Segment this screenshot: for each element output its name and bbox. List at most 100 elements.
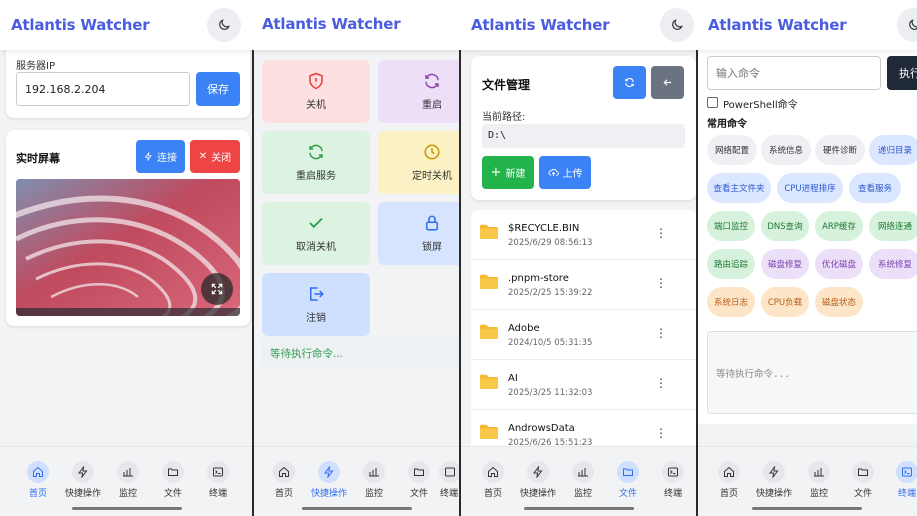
nav-terminal[interactable]: 终端 — [198, 461, 238, 499]
connect-button[interactable]: 连接 — [136, 140, 185, 173]
command-chip[interactable]: 网络连通 — [869, 211, 917, 241]
file-row[interactable]: .pnpm-store 2025/2/25 15:39:22 ⋮ — [471, 260, 697, 310]
nav-home[interactable]: 首页 — [709, 461, 749, 499]
command-chip[interactable]: 系统修复 — [869, 249, 917, 279]
folder-icon — [480, 374, 498, 389]
folder-icon — [623, 468, 633, 476]
nav-monitor[interactable]: 监控 — [563, 461, 603, 499]
home-indicator — [301, 507, 412, 510]
tile-label: 注销 — [306, 313, 326, 324]
file-row[interactable]: $RECYCLE.BIN 2025/6/29 08:56:13 ⋮ — [471, 210, 697, 260]
server-ip-label: 服务器IP — [16, 61, 55, 72]
nav-monitor[interactable]: 监控 — [799, 461, 839, 499]
quick-status-text: 等待执行命令... — [270, 348, 344, 360]
fullscreen-button[interactable] — [201, 273, 233, 305]
nav-terminal[interactable]: 终端 — [439, 461, 459, 499]
nav-label: 文件 — [163, 489, 182, 499]
refresh-icon — [425, 73, 439, 89]
command-chip[interactable]: 优化磁盘 — [815, 249, 863, 279]
theme-toggle-button[interactable] — [897, 8, 917, 42]
command-chip[interactable]: 磁盘状态 — [815, 287, 863, 317]
home-icon — [488, 466, 498, 477]
save-button[interactable]: 保存 — [196, 72, 240, 106]
nav-home[interactable]: 首页 — [473, 461, 513, 499]
restart-service-tile[interactable]: 重启服务 — [262, 131, 370, 194]
screen-divider — [252, 0, 254, 516]
command-chip[interactable]: 路由追踪 — [707, 249, 755, 279]
command-chip[interactable]: 系统信息 — [761, 135, 811, 165]
cancel-shutdown-tile[interactable]: 取消关机 — [262, 202, 370, 265]
command-chip[interactable]: 端口监控 — [707, 211, 755, 241]
nav-label: 监控 — [118, 489, 137, 499]
command-input[interactable] — [707, 56, 881, 90]
powershell-checkbox[interactable] — [707, 97, 718, 108]
nav-quick[interactable]: 快捷操作 — [518, 461, 558, 499]
command-chip[interactable]: 递归目录 — [869, 135, 917, 165]
more-icon[interactable]: ⋮ — [655, 427, 667, 439]
server-ip-input[interactable]: 192.168.2.204 — [16, 72, 190, 106]
tile-label: 关机 — [306, 100, 326, 111]
nav-monitor[interactable]: 监控 — [354, 461, 394, 499]
more-icon[interactable]: ⋮ — [655, 377, 667, 389]
command-chip[interactable]: 查看服务 — [849, 173, 901, 203]
command-chip[interactable]: ARP缓存 — [815, 211, 863, 241]
nav-label: 快捷操作 — [519, 489, 556, 499]
file-row[interactable]: AI 2025/3/25 11:32:03 ⋮ — [471, 360, 697, 410]
nav-monitor[interactable]: 监控 — [108, 461, 148, 499]
command-chip[interactable]: CPU进程排序 — [777, 173, 843, 203]
lock-screen-tile[interactable]: 锁屏 — [378, 202, 460, 265]
file-name: $RECYCLE.BIN — [508, 223, 580, 234]
folder-icon — [480, 424, 498, 439]
bolt-icon — [324, 466, 334, 478]
nav-terminal[interactable]: 终端 — [653, 461, 693, 499]
theme-toggle-button[interactable] — [207, 8, 241, 42]
nav-quick[interactable]: 快捷操作 — [754, 461, 794, 499]
file-row[interactable]: AndrowsData 2025/6/26 15:51:23 ⋮ — [471, 410, 697, 446]
refresh-button[interactable] — [613, 66, 646, 99]
file-name: AndrowsData — [508, 423, 575, 434]
nav-home[interactable]: 首页 — [18, 461, 58, 499]
file-row[interactable]: Adobe 2024/10/5 05:31:35 ⋮ — [471, 310, 697, 360]
nav-label: 首页 — [483, 489, 502, 499]
command-chip[interactable]: 系统日志 — [707, 287, 755, 317]
nav-home[interactable]: 首页 — [264, 461, 304, 499]
command-chip[interactable]: CPU负载 — [761, 287, 809, 317]
app-title: Atlantis Watcher — [708, 16, 847, 34]
nav-label: 快捷操作 — [310, 489, 347, 499]
bolt-icon — [78, 466, 88, 478]
nav-quick[interactable]: 快捷操作 — [63, 461, 103, 499]
upload-button[interactable]: 上传 — [539, 156, 591, 189]
lock-icon — [426, 215, 438, 231]
more-icon[interactable]: ⋮ — [655, 227, 667, 239]
clock-icon — [424, 144, 440, 160]
logout-tile[interactable]: 注销 — [262, 273, 370, 336]
file-list: $RECYCLE.BIN 2025/6/29 08:56:13 ⋮ .pnpm-… — [460, 210, 697, 446]
restart-tile[interactable]: 重启 — [378, 60, 460, 123]
chart-icon — [814, 468, 824, 477]
close-button[interactable]: ✕ 关闭 — [190, 140, 240, 173]
schedule-shutdown-tile[interactable]: 定时关机 — [378, 131, 460, 194]
terminal-screen: Atlantis Watcher 执行 PowerShell命令 常用命令 网络… — [697, 0, 917, 516]
command-chip[interactable]: DNS查询 — [761, 211, 809, 241]
nav-terminal[interactable]: 终端 — [887, 461, 917, 499]
more-icon[interactable]: ⋮ — [655, 327, 667, 339]
execute-button[interactable]: 执行 — [887, 56, 917, 90]
shutdown-tile[interactable]: 关机 — [262, 60, 370, 123]
nav-label: 终端 — [663, 489, 682, 499]
command-chip[interactable]: 网络配置 — [707, 135, 757, 165]
nav-files[interactable]: 文件 — [153, 461, 193, 499]
nav-files[interactable]: 文件 — [399, 461, 439, 499]
refresh-icon — [625, 77, 634, 88]
nav-quick[interactable]: 快捷操作 — [309, 461, 349, 499]
nav-files[interactable]: 文件 — [608, 461, 648, 499]
command-chip[interactable]: 磁盘修复 — [761, 249, 809, 279]
more-icon[interactable]: ⋮ — [655, 277, 667, 289]
nav-files[interactable]: 文件 — [843, 461, 883, 499]
command-chip[interactable]: 硬件诊断 — [815, 135, 865, 165]
command-chip[interactable]: 查看主文件夹 — [707, 173, 771, 203]
new-button[interactable]: + 新建 — [482, 156, 534, 189]
theme-toggle-button[interactable] — [660, 8, 694, 42]
back-button[interactable] — [651, 66, 684, 99]
file-date: 2025/6/29 08:56:13 — [508, 238, 593, 248]
moon-icon — [672, 19, 683, 30]
